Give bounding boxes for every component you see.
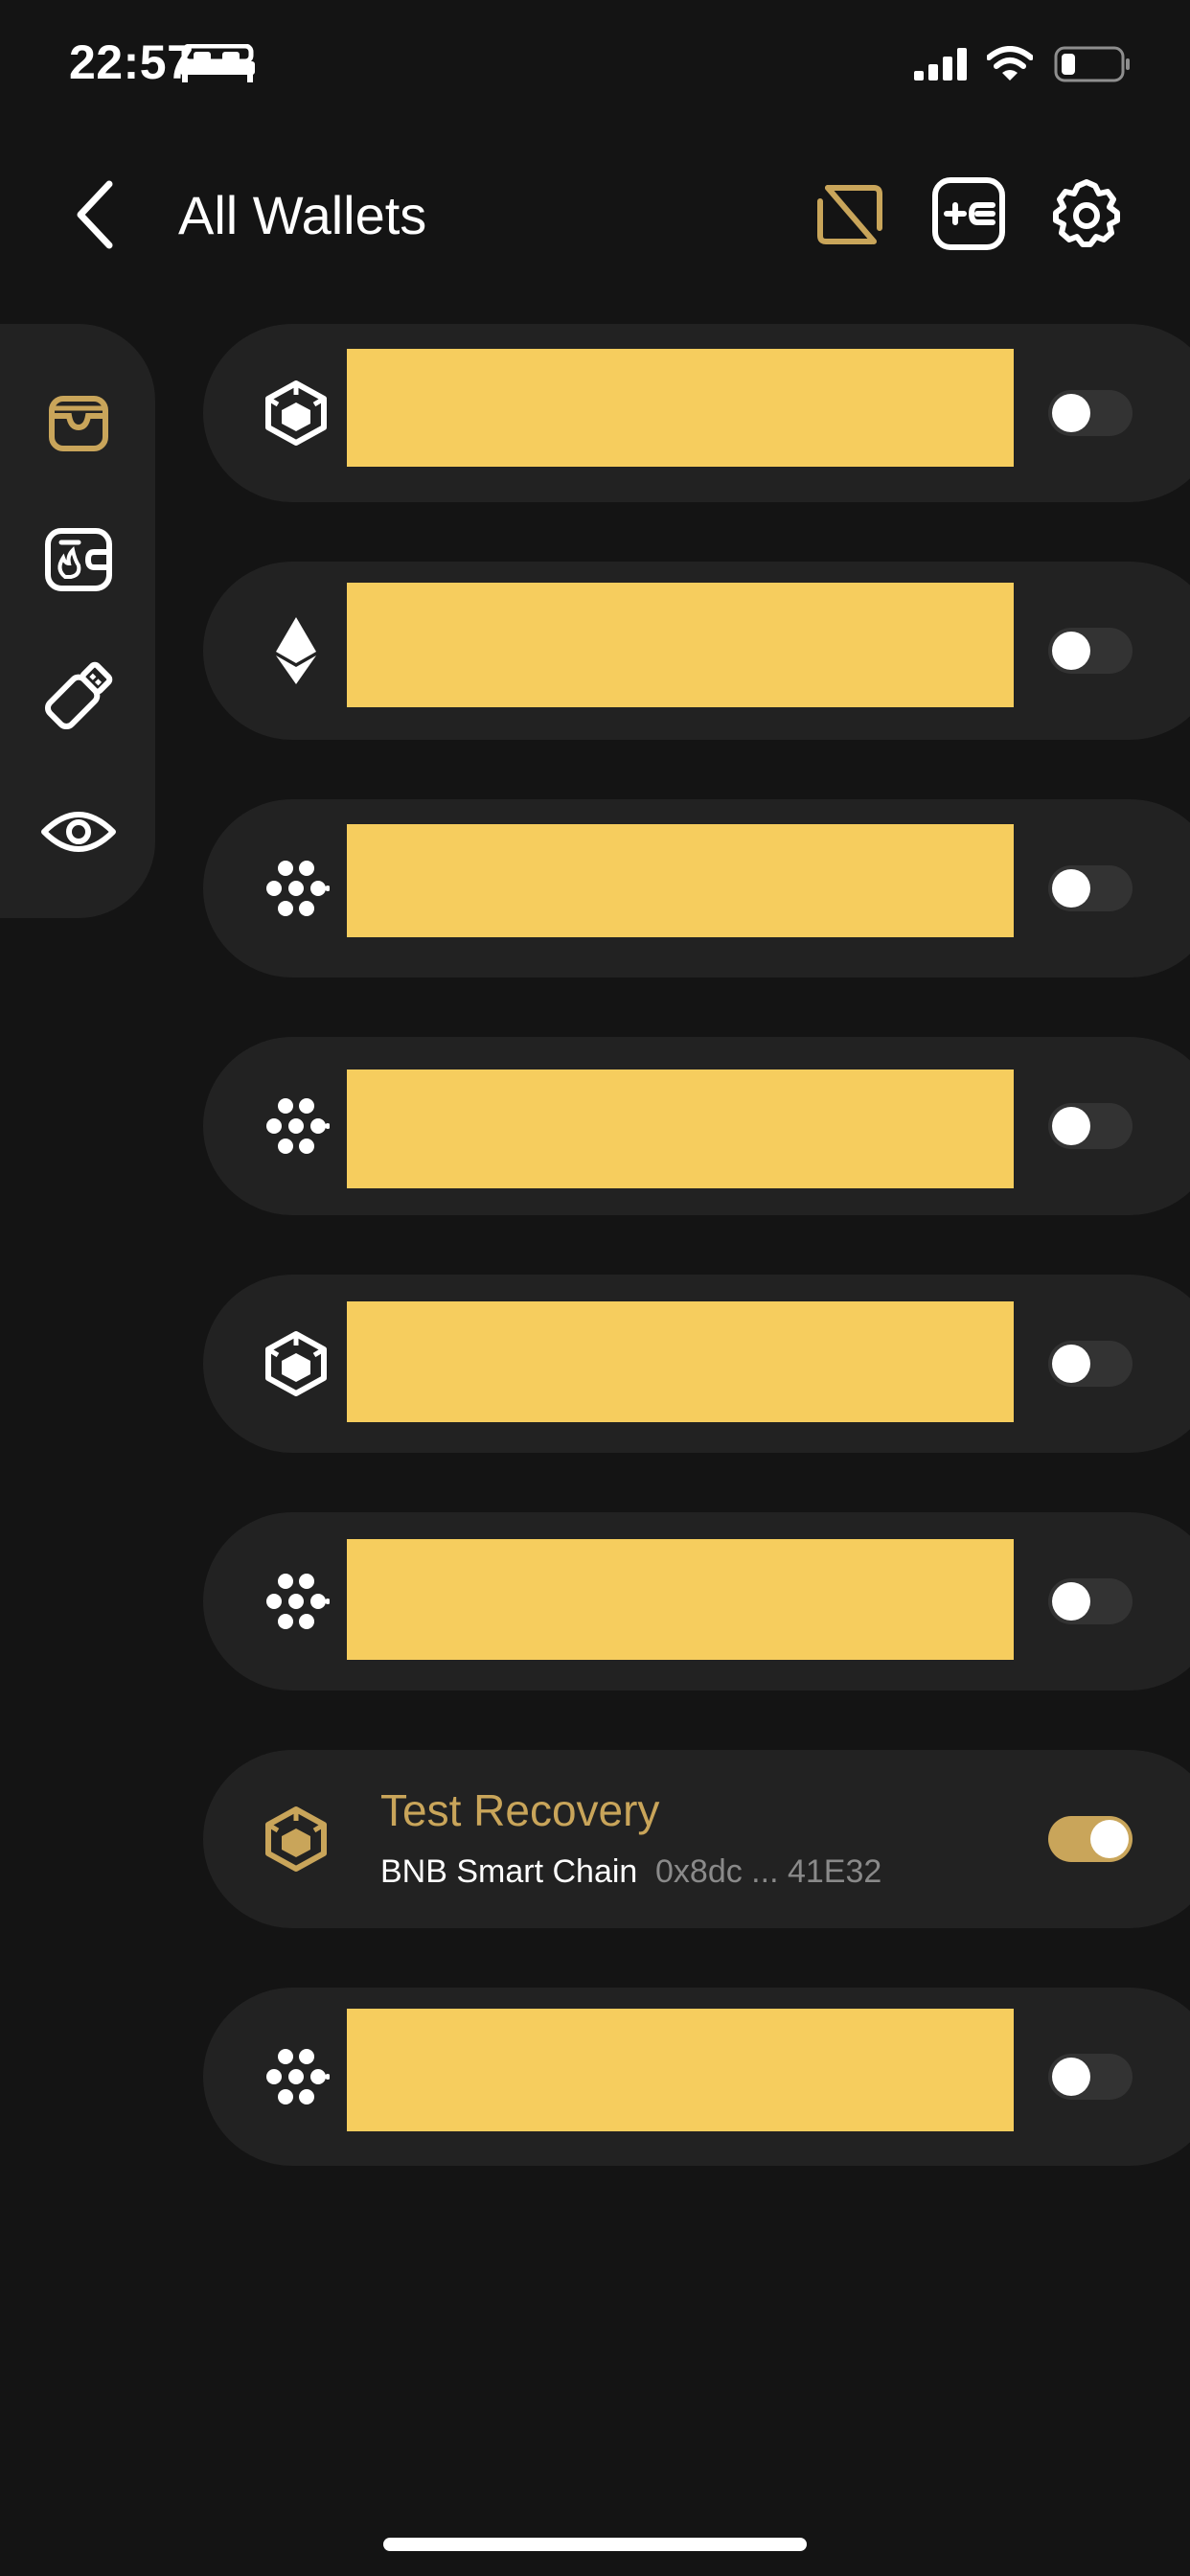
hex-dots-icon bbox=[266, 2049, 330, 2104]
wallet-toggle[interactable] bbox=[1048, 390, 1133, 436]
back-chevron-icon[interactable] bbox=[71, 178, 119, 251]
wallet-name: Test Recovery bbox=[380, 1785, 660, 1835]
sync-icon[interactable] bbox=[814, 180, 885, 249]
add-card-icon[interactable] bbox=[931, 176, 1006, 251]
wallet-chain: BNB Smart Chain bbox=[380, 1853, 638, 1890]
header: All Wallets bbox=[0, 163, 1190, 268]
wallet-toggle[interactable] bbox=[1048, 1103, 1133, 1149]
gear-icon[interactable] bbox=[1048, 176, 1125, 253]
wallet-toggle[interactable] bbox=[1048, 628, 1133, 674]
bed-icon bbox=[180, 44, 255, 82]
redacted-wallet-info bbox=[347, 349, 1014, 467]
redacted-wallet-info bbox=[347, 583, 1014, 707]
wallet-toggle[interactable] bbox=[1048, 1578, 1133, 1624]
wallet-card[interactable] bbox=[203, 1512, 1190, 1690]
wallet-card[interactable] bbox=[203, 324, 1190, 502]
wallet-card-test-recovery[interactable]: Test Recovery BNB Smart Chain 0x8dc ... … bbox=[203, 1750, 1190, 1928]
wallet-address: 0x8dc ... 41E32 bbox=[655, 1853, 882, 1890]
toggle-knob bbox=[1052, 1582, 1090, 1621]
redacted-wallet-info bbox=[347, 824, 1014, 937]
eye-icon[interactable] bbox=[38, 792, 119, 872]
status-bar: 22:57 bbox=[0, 0, 1190, 134]
toggle-knob bbox=[1052, 1107, 1090, 1145]
wallet-tray-icon[interactable] bbox=[38, 383, 119, 464]
hex-dots-icon bbox=[266, 1574, 330, 1629]
bnb-cube-icon bbox=[263, 1806, 330, 1873]
redacted-wallet-info bbox=[347, 1301, 1014, 1422]
toggle-knob bbox=[1052, 1345, 1090, 1383]
redacted-wallet-info bbox=[347, 1539, 1014, 1660]
redacted-wallet-info bbox=[347, 2009, 1014, 2131]
signal-icon bbox=[914, 48, 967, 80]
redacted-wallet-info bbox=[347, 1070, 1014, 1188]
sidebar bbox=[0, 324, 155, 918]
toggle-knob bbox=[1052, 632, 1090, 670]
hex-dots-icon bbox=[266, 1098, 330, 1154]
battery-icon bbox=[1054, 46, 1130, 82]
home-indicator[interactable] bbox=[383, 2538, 807, 2551]
wallet-card[interactable] bbox=[203, 1037, 1190, 1215]
wallet-toggle[interactable] bbox=[1048, 1341, 1133, 1387]
toggle-knob bbox=[1052, 394, 1090, 432]
hardware-key-icon[interactable] bbox=[38, 656, 119, 736]
bnb-cube-icon bbox=[263, 1330, 330, 1397]
toggle-knob bbox=[1052, 2058, 1090, 2096]
wallet-card[interactable] bbox=[203, 1988, 1190, 2166]
ethereum-icon bbox=[276, 617, 316, 684]
wallet-toggle[interactable] bbox=[1048, 2054, 1133, 2100]
hex-dots-icon bbox=[266, 861, 330, 916]
wallet-card[interactable] bbox=[203, 799, 1190, 978]
status-time: 22:57 bbox=[69, 35, 195, 89]
wallet-card[interactable] bbox=[203, 1275, 1190, 1453]
wallet-card[interactable] bbox=[203, 562, 1190, 740]
hot-wallet-icon[interactable] bbox=[38, 519, 119, 600]
toggle-knob bbox=[1052, 869, 1090, 908]
toggle-knob bbox=[1090, 1820, 1129, 1858]
page-title: All Wallets bbox=[178, 185, 427, 245]
wifi-icon bbox=[987, 46, 1033, 80]
wallet-toggle[interactable] bbox=[1048, 1816, 1133, 1862]
bnb-cube-icon bbox=[263, 380, 330, 447]
wallet-toggle[interactable] bbox=[1048, 865, 1133, 911]
